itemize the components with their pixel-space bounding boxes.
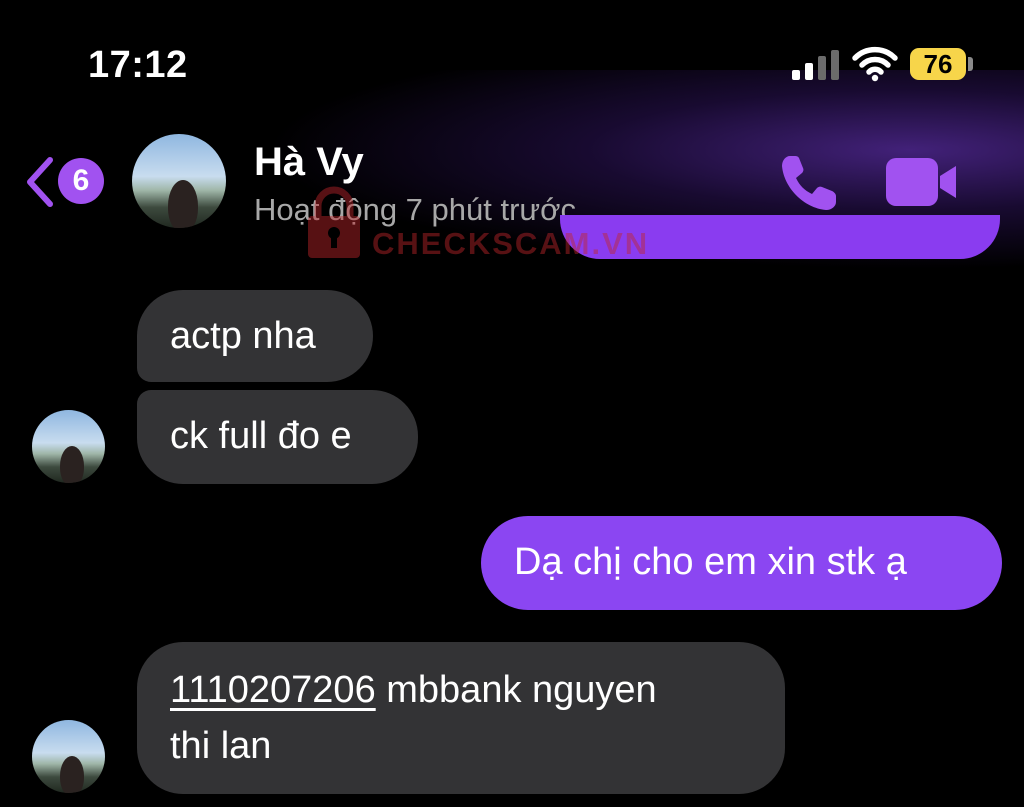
chevron-left-icon xyxy=(27,157,53,207)
previous-message-bubble xyxy=(560,215,1000,259)
status-time: 17:12 xyxy=(88,44,188,86)
video-camera-icon[interactable] xyxy=(884,156,960,208)
message-text: Dạ chị cho em xin stk ạ xyxy=(514,541,907,583)
contact-active-status: Hoạt động 7 phút trước xyxy=(254,192,576,227)
phone-icon[interactable] xyxy=(776,150,842,216)
message-text: mbbank nguyen xyxy=(375,669,657,711)
message-bubble-incoming[interactable]: actp nha xyxy=(137,290,373,382)
contact-avatar[interactable] xyxy=(132,134,226,228)
battery-tip xyxy=(968,57,973,71)
cellular-signal-icon xyxy=(792,50,840,80)
message-bubble-incoming[interactable]: 1110207206 mbbank nguyen thi lan xyxy=(137,642,785,794)
sender-avatar[interactable] xyxy=(32,720,105,793)
status-bar: 17:12 76 xyxy=(0,0,1024,110)
message-text-line2: thi lan xyxy=(170,725,272,767)
message-bubble-outgoing[interactable]: Dạ chị cho em xin stk ạ xyxy=(481,516,1002,610)
battery-icon: 76 xyxy=(910,48,966,80)
message-bubble-incoming[interactable]: ck full đo e xyxy=(137,390,418,484)
message-text: ck full đo e xyxy=(170,415,352,457)
contact-name[interactable]: Hà Vy xyxy=(254,140,364,185)
wifi-icon xyxy=(852,46,898,82)
unread-count-badge: 6 xyxy=(58,158,104,204)
message-text: actp nha xyxy=(170,315,316,357)
bank-account-number-link[interactable]: 1110207206 xyxy=(170,669,376,711)
sender-avatar[interactable] xyxy=(32,410,105,483)
